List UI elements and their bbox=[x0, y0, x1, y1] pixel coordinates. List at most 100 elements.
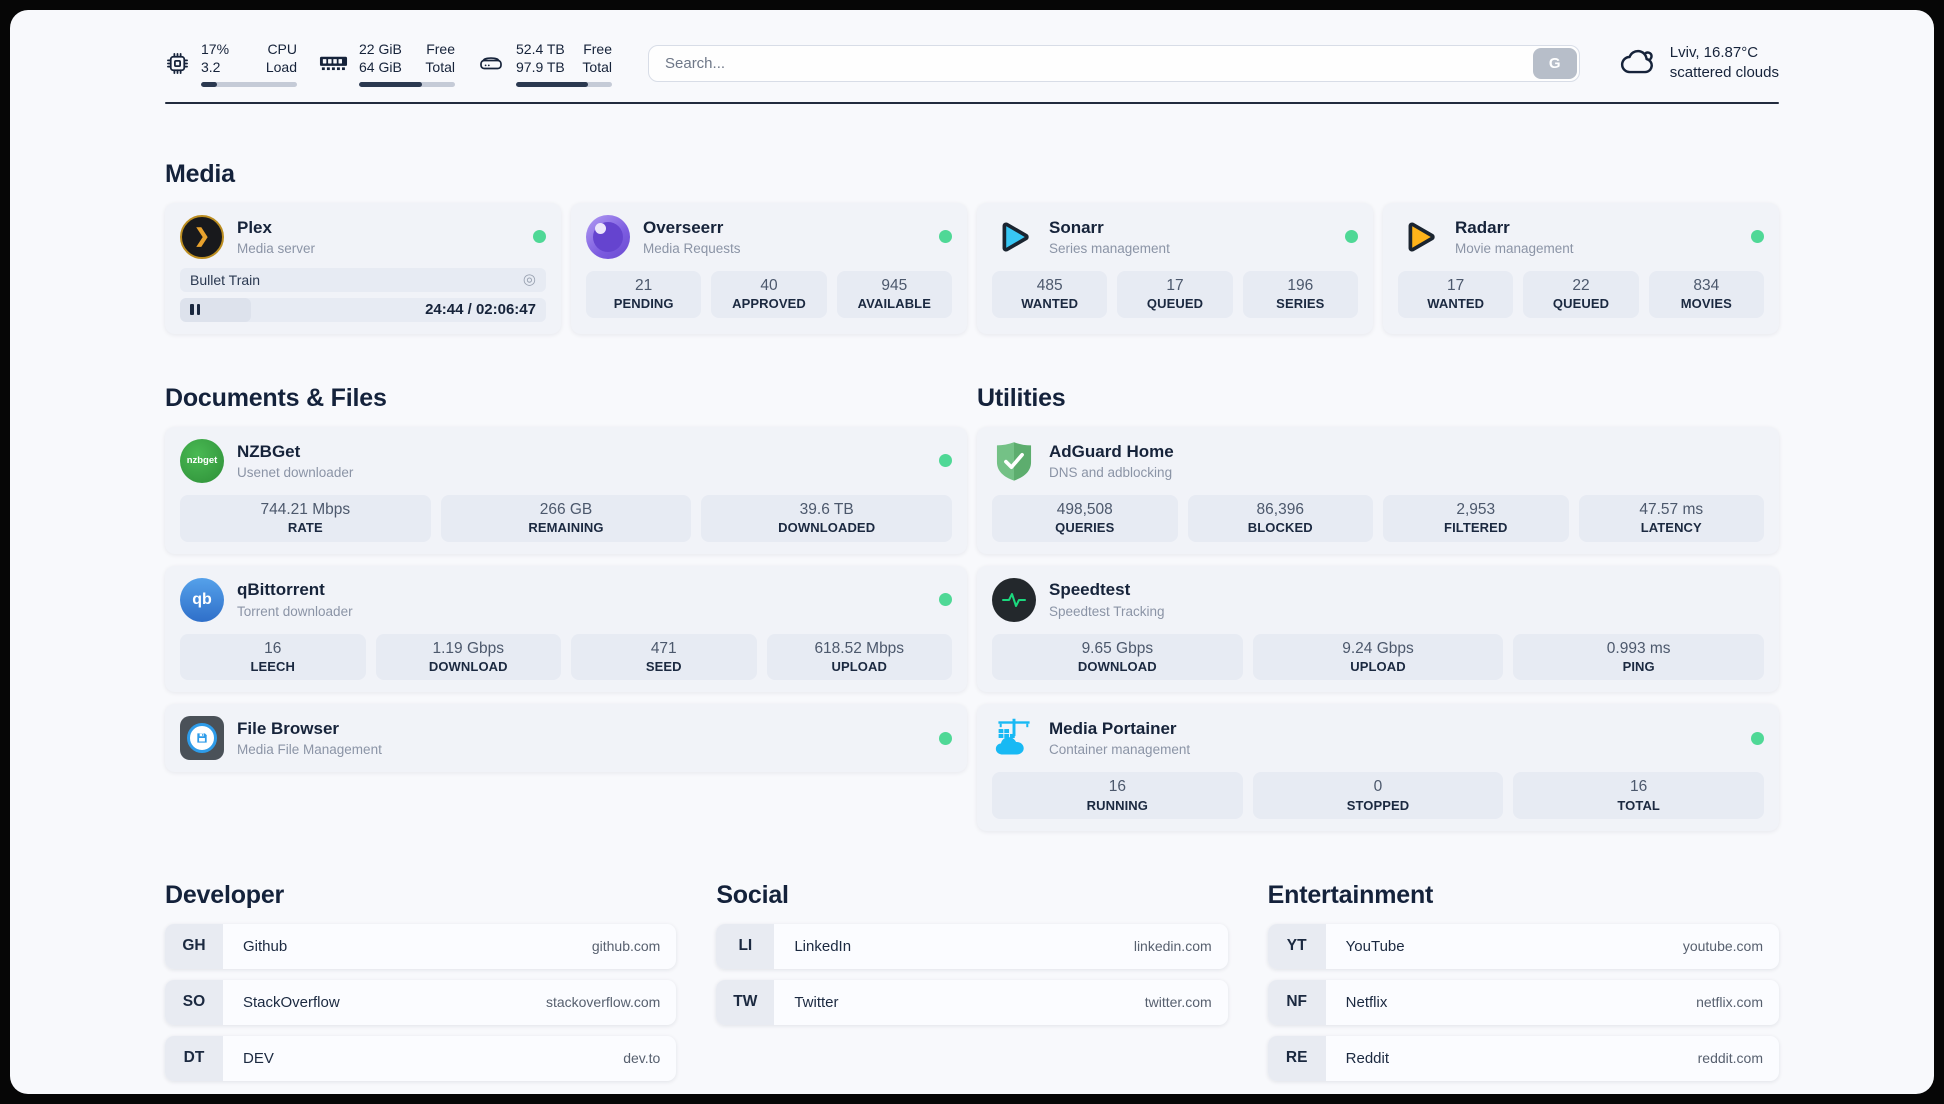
cpu-progress-fill bbox=[201, 81, 218, 87]
app-subtitle: Media File Management bbox=[237, 742, 382, 758]
now-playing-row: Bullet Train ◎ bbox=[180, 267, 546, 292]
stat-value: 47.57 ms bbox=[1639, 500, 1704, 518]
bookmark-abbr-badge: NF bbox=[1267, 979, 1326, 1025]
stat-filtered: 2,953 FILTERED bbox=[1383, 494, 1569, 542]
app-subtitle: Speedtest Tracking bbox=[1049, 603, 1165, 619]
app-subtitle: Usenet downloader bbox=[237, 465, 354, 481]
bookmark-name: Netflix bbox=[1345, 993, 1388, 1011]
bookmark-url: dev.to bbox=[623, 1050, 661, 1067]
status-dot bbox=[939, 230, 952, 244]
bookmark-abbr-badge: LI bbox=[716, 923, 775, 969]
app-card-nzbget[interactable]: nzbget NZBGet Usenet downloader 744.21 M… bbox=[165, 426, 967, 554]
bookmark-netflix[interactable]: NF Netflix netflix.com bbox=[1267, 979, 1779, 1025]
target-icon[interactable]: ◎ bbox=[523, 272, 536, 287]
app-title: qBittorrent bbox=[237, 580, 325, 600]
stat-label: SERIES bbox=[1276, 296, 1325, 312]
stat-value: 21 bbox=[635, 276, 653, 294]
stat-label: DOWNLOAD bbox=[1077, 658, 1157, 674]
app-title: Speedtest bbox=[1049, 580, 1131, 600]
chip-icon bbox=[165, 51, 190, 76]
bookmark-abbr-badge: RE bbox=[1267, 1035, 1326, 1081]
stat-label: SEED bbox=[645, 658, 682, 674]
app-card-radarr[interactable]: Radarr Movie management 17 WANTED 22 QUE… bbox=[1383, 202, 1779, 334]
bookmark-abbr-badge: TW bbox=[716, 979, 775, 1025]
now-playing-title: Bullet Train bbox=[190, 271, 261, 288]
disk-total-value: 97.9 TB bbox=[516, 59, 565, 76]
app-subtitle: Series management bbox=[1049, 241, 1170, 257]
stat-value: 945 bbox=[881, 276, 908, 294]
stat-value: 196 bbox=[1287, 276, 1314, 294]
bookmark-name: StackOverflow bbox=[243, 993, 340, 1011]
status-dot bbox=[939, 454, 952, 468]
bookmark-twitter[interactable]: TW Twitter twitter.com bbox=[716, 979, 1228, 1025]
stat-label: REMAINING bbox=[528, 520, 604, 536]
bookmark-url: linkedin.com bbox=[1133, 938, 1212, 955]
app-subtitle: Container management bbox=[1049, 742, 1191, 758]
stat-value: 744.21 Mbps bbox=[260, 500, 351, 518]
stat-latency: 47.57 ms LATENCY bbox=[1578, 494, 1764, 542]
app-title: Radarr bbox=[1455, 217, 1510, 237]
bookmark-name: Reddit bbox=[1345, 1049, 1390, 1067]
status-dot bbox=[1751, 230, 1764, 244]
app-card-adguard[interactable]: AdGuard Home DNS and adblocking 498,508 … bbox=[977, 426, 1779, 554]
bookmark-stackoverflow[interactable]: SO StackOverflow stackoverflow.com bbox=[165, 979, 677, 1025]
memory-widget: 22 GiB Free 64 GiB Total bbox=[319, 40, 455, 87]
stat-value: 16 bbox=[1108, 778, 1126, 796]
stat-label: QUERIES bbox=[1055, 520, 1115, 536]
stat-value: 0.993 ms bbox=[1606, 639, 1671, 657]
status-dot bbox=[939, 593, 952, 607]
plex-icon: ❯ bbox=[180, 214, 224, 259]
speedtest-icon bbox=[992, 577, 1036, 622]
stat-wanted: 485 WANTED bbox=[992, 270, 1108, 318]
section-heading-utilities: Utilities bbox=[977, 383, 1066, 412]
search-engine-button[interactable]: G bbox=[1532, 47, 1577, 79]
bookmark-abbr-badge: GH bbox=[165, 923, 223, 969]
bookmark-dev[interactable]: DT DEV dev.to bbox=[165, 1035, 677, 1081]
bookmark-name: DEV bbox=[243, 1049, 274, 1067]
app-card-sonarr[interactable]: Sonarr Series management 485 WANTED 17 Q… bbox=[977, 202, 1373, 334]
app-subtitle: DNS and adblocking bbox=[1049, 465, 1173, 481]
stat-queued: 22 QUEUED bbox=[1523, 270, 1639, 318]
stat-downloaded: 39.6 TB DOWNLOADED bbox=[701, 494, 952, 542]
pause-icon[interactable] bbox=[190, 304, 200, 316]
status-dot bbox=[939, 731, 952, 745]
bookmark-github[interactable]: GH Github github.com bbox=[165, 923, 677, 969]
stat-label: WANTED bbox=[1427, 296, 1485, 312]
stat-label: LEECH bbox=[250, 658, 296, 674]
stat-available: 945 AVAILABLE bbox=[836, 270, 952, 318]
app-card-overseerr[interactable]: Overseerr Media Requests 21 PENDING 40 A… bbox=[571, 202, 967, 334]
bookmark-youtube[interactable]: YT YouTube youtube.com bbox=[1267, 923, 1779, 969]
search-input[interactable] bbox=[648, 44, 1580, 82]
header-bar: 17% CPU 3.2 Load 22 GiB Free 64 GiB Tota… bbox=[165, 40, 1779, 87]
dashboard-page: 17% CPU 3.2 Load 22 GiB Free 64 GiB Tota… bbox=[0, 0, 1944, 1104]
app-card-portainer[interactable]: Media Portainer Container management 16 … bbox=[977, 704, 1779, 831]
memory-progress-bar bbox=[359, 81, 455, 87]
stat-label: UPLOAD bbox=[831, 658, 887, 674]
weather-widget: Lviv, 16.87°C scattered clouds bbox=[1618, 43, 1779, 84]
app-card-filebrowser[interactable]: File Browser Media File Management bbox=[165, 704, 967, 773]
disk-free-value: 52.4 TB bbox=[516, 41, 565, 57]
stat-value: 86,396 bbox=[1256, 500, 1304, 518]
app-title: NZBGet bbox=[237, 441, 301, 461]
stat-value: 498,508 bbox=[1056, 500, 1113, 518]
stat-value: 471 bbox=[650, 639, 677, 657]
cloud-icon bbox=[1618, 44, 1658, 82]
disk-label-bottom: Total bbox=[582, 59, 612, 76]
stat-value: 0 bbox=[1373, 778, 1383, 796]
status-dot bbox=[533, 230, 546, 244]
app-card-plex[interactable]: ❯ Plex Media server Bullet Train ◎ 24:44… bbox=[165, 202, 561, 334]
section-heading-entertainment: Entertainment bbox=[1267, 880, 1434, 909]
app-card-qbittorrent[interactable]: qb qBittorrent Torrent downloader 16 LEE… bbox=[165, 565, 967, 693]
cpu-load-value: 3.2 bbox=[201, 59, 221, 76]
bookmark-url: github.com bbox=[591, 938, 661, 955]
filebrowser-icon bbox=[180, 716, 224, 761]
bookmark-linkedin[interactable]: LI LinkedIn linkedin.com bbox=[716, 923, 1228, 969]
playback-progress-bar[interactable]: 24:44 / 02:06:47 bbox=[180, 297, 546, 322]
app-card-speedtest[interactable]: Speedtest Speedtest Tracking 9.65 Gbps D… bbox=[977, 565, 1779, 693]
qbittorrent-icon: qb bbox=[180, 577, 224, 622]
stat-stopped: 0 STOPPED bbox=[1252, 772, 1504, 819]
stat-label: FILTERED bbox=[1444, 520, 1508, 536]
bookmark-url: stackoverflow.com bbox=[545, 994, 661, 1011]
bookmark-reddit[interactable]: RE Reddit reddit.com bbox=[1267, 1035, 1779, 1081]
app-title: File Browser bbox=[237, 718, 340, 738]
